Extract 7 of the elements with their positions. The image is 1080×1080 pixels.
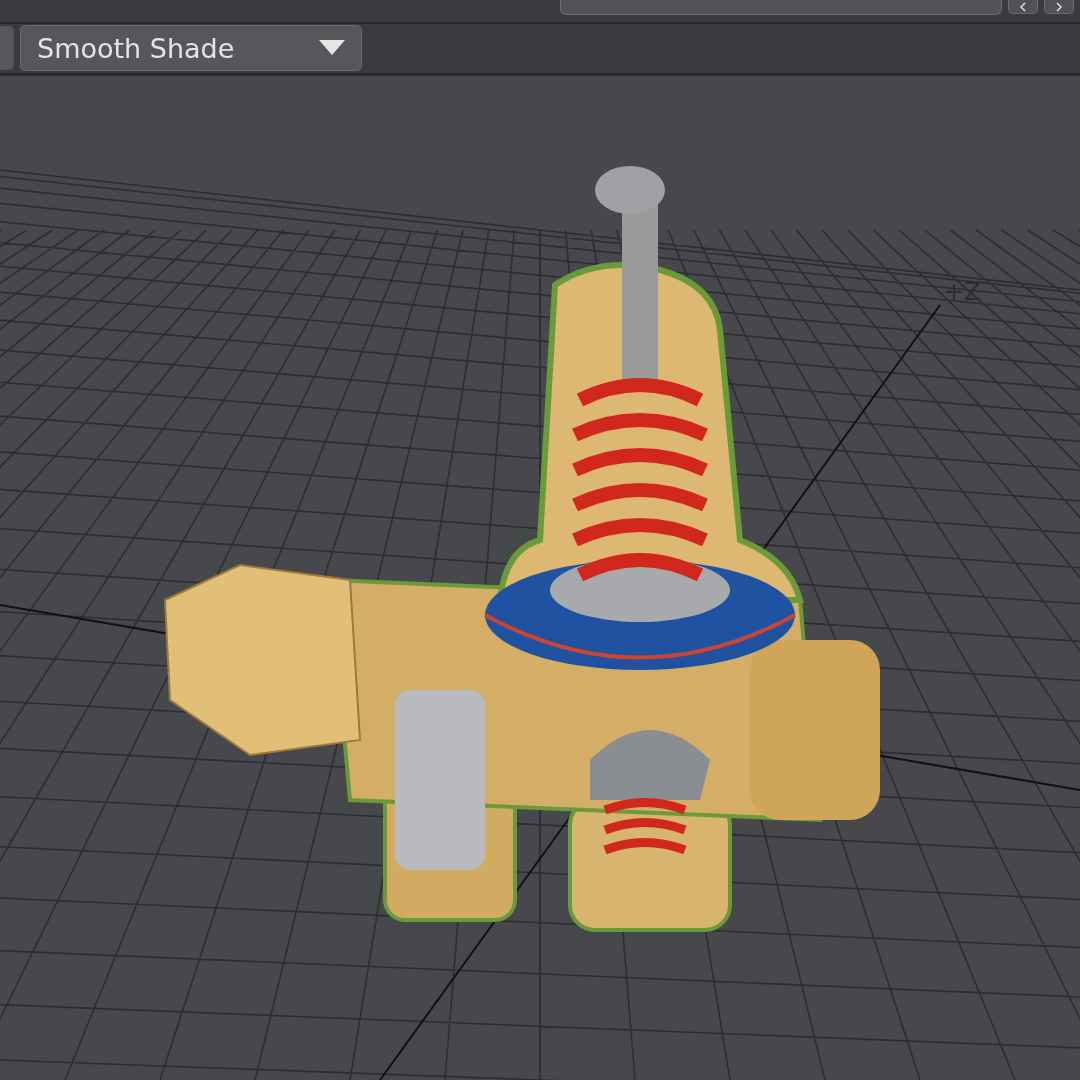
shading-mode-dropdown[interactable]: Smooth Shade — [20, 25, 362, 72]
caret-left-icon — [1019, 1, 1027, 12]
object-name-field[interactable] — [560, 0, 1002, 15]
caret-right-icon — [1055, 1, 1063, 12]
previous-button[interactable] — [1008, 0, 1038, 14]
next-button[interactable] — [1044, 0, 1074, 14]
dropdown-arrow-icon — [319, 40, 345, 57]
